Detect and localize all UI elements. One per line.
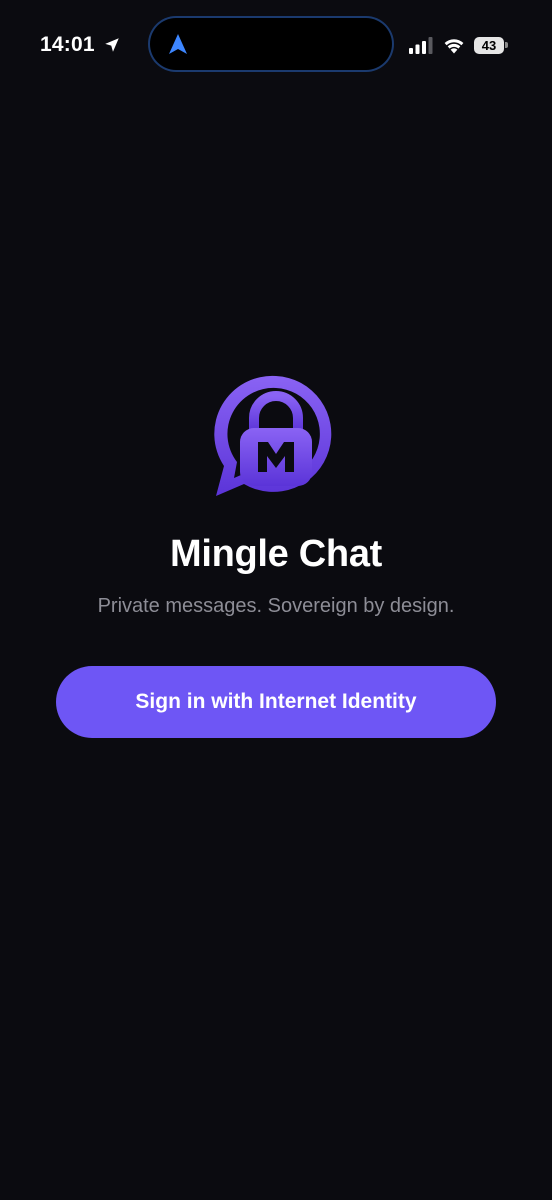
sign-in-internet-identity-button[interactable]: Sign in with Internet Identity — [56, 665, 496, 738]
app-title: Mingle Chat — [169, 533, 383, 575]
wifi-icon — [444, 39, 464, 54]
battery-body: 43 — [474, 36, 504, 54]
status-bar: 14:01 43 — [0, 0, 552, 90]
location-arrow-icon — [104, 38, 119, 52]
dynamic-island[interactable] — [150, 18, 392, 70]
status-time-group: 14:01 — [40, 30, 121, 60]
navigation-arrow-icon — [169, 34, 187, 54]
status-time: 14:01 — [40, 33, 95, 56]
battery-icon: 43 — [474, 36, 508, 54]
battery-cap — [505, 42, 508, 48]
cellular-signal-icon — [409, 37, 433, 54]
welcome-hero: Mingle Chat Private messages. Sovereign … — [0, 370, 552, 738]
phone-screen: 14:01 43 Mingle Chat Private messages. S… — [0, 0, 552, 1200]
chat-lock-logo-icon — [214, 375, 332, 496]
app-tagline: Private messages. Sovereign by design. — [97, 594, 455, 617]
battery-level: 43 — [481, 37, 497, 53]
status-icons: 43 — [408, 33, 508, 57]
